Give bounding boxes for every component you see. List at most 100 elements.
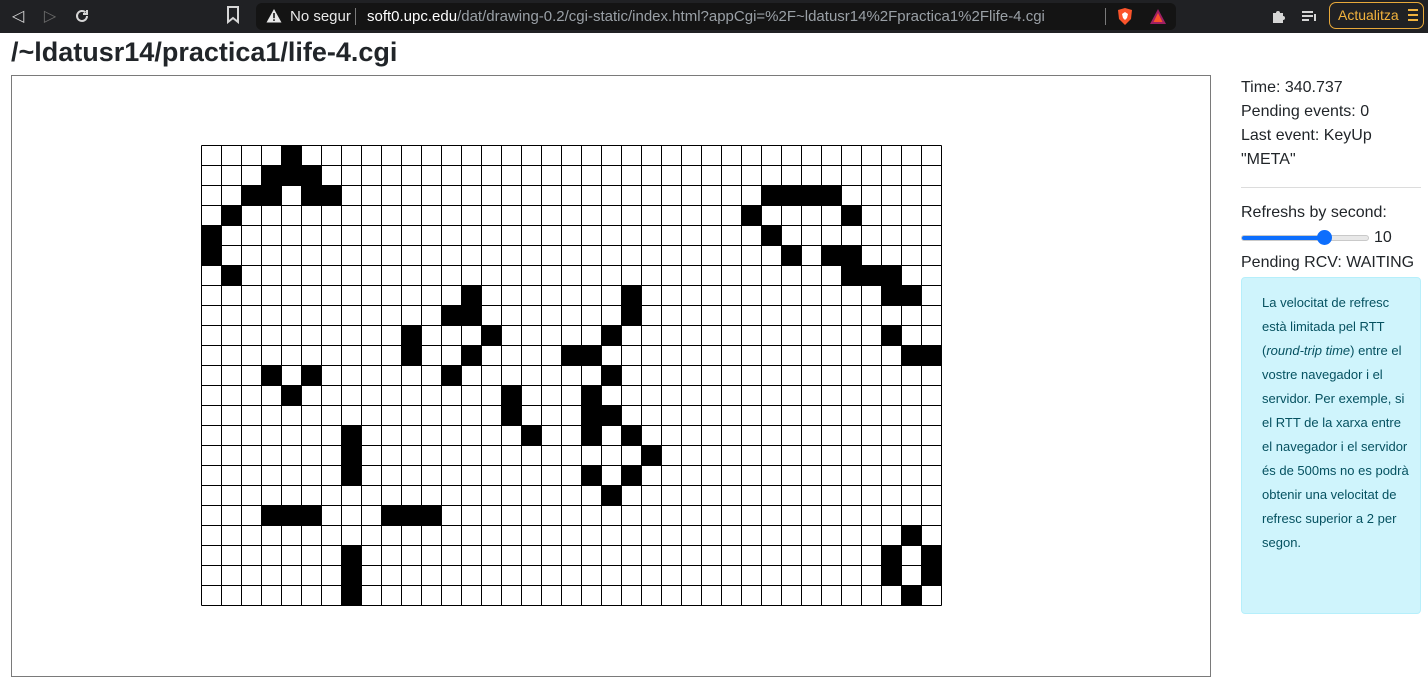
live-cell[interactable] — [621, 425, 642, 446]
refresh-slider[interactable]: 10 — [1241, 225, 1421, 251]
live-cell[interactable] — [261, 165, 282, 186]
live-cell[interactable] — [861, 265, 882, 286]
live-cell[interactable] — [881, 545, 902, 566]
live-cell[interactable] — [901, 285, 922, 306]
address-bar[interactable]: No segur soft0.upc.edu/dat/drawing-0.2/c… — [256, 3, 1176, 30]
live-cell[interactable] — [401, 505, 422, 526]
update-button[interactable]: Actualitza — [1329, 2, 1424, 29]
pending-rcv: Pending RCV: WAITING — [1241, 254, 1415, 271]
live-cell[interactable] — [461, 305, 482, 326]
address-divider-2 — [1105, 8, 1106, 25]
live-cell[interactable] — [221, 205, 242, 226]
live-cell[interactable] — [581, 345, 602, 366]
live-cell[interactable] — [901, 525, 922, 546]
live-cell[interactable] — [581, 425, 602, 446]
reload-icon[interactable] — [70, 5, 94, 27]
live-cell[interactable] — [901, 585, 922, 606]
live-cell[interactable] — [841, 265, 862, 286]
live-cell[interactable] — [421, 505, 442, 526]
brave-shield-icon[interactable] — [1116, 7, 1134, 26]
live-cell[interactable] — [801, 185, 822, 206]
page-title: /~ldatusr14/practica1/life-4.cgi — [11, 37, 398, 67]
live-cell[interactable] — [441, 365, 462, 386]
live-cell[interactable] — [621, 305, 642, 326]
live-cell[interactable] — [341, 585, 362, 606]
live-cell[interactable] — [561, 345, 582, 366]
live-cell[interactable] — [381, 505, 402, 526]
live-cell[interactable] — [501, 385, 522, 406]
live-cell[interactable] — [341, 465, 362, 486]
brave-rewards-icon[interactable] — [1149, 8, 1167, 25]
slider-thumb[interactable] — [1317, 230, 1333, 245]
live-cell[interactable] — [281, 145, 302, 166]
live-cell[interactable] — [261, 185, 282, 206]
live-cell[interactable] — [341, 425, 362, 446]
live-cell[interactable] — [621, 285, 642, 306]
live-cell[interactable] — [341, 545, 362, 566]
live-cell[interactable] — [461, 345, 482, 366]
live-cell[interactable] — [781, 185, 802, 206]
live-cell[interactable] — [581, 465, 602, 486]
time-readout: Time: 340.737 — [1241, 79, 1343, 96]
live-cell[interactable] — [601, 365, 622, 386]
live-cell[interactable] — [881, 325, 902, 346]
extensions-icon[interactable] — [1268, 6, 1288, 26]
live-cell[interactable] — [341, 565, 362, 586]
live-cell[interactable] — [901, 345, 922, 366]
live-cell[interactable] — [601, 405, 622, 426]
live-cell[interactable] — [461, 285, 482, 306]
live-cell[interactable] — [921, 565, 942, 586]
live-cell[interactable] — [441, 305, 462, 326]
live-cell[interactable] — [221, 265, 242, 286]
live-cell[interactable] — [601, 325, 622, 346]
divider — [1241, 187, 1421, 188]
live-cell[interactable] — [821, 245, 842, 266]
drawing-canvas[interactable] — [11, 75, 1211, 677]
live-cell[interactable] — [781, 245, 802, 266]
slider-track[interactable] — [1241, 235, 1369, 241]
live-cell[interactable] — [881, 565, 902, 586]
live-cell[interactable] — [741, 205, 762, 226]
bookmark-icon[interactable] — [226, 6, 240, 24]
live-cell[interactable] — [921, 545, 942, 566]
url-text[interactable]: soft0.upc.edu/dat/drawing-0.2/cgi-static… — [367, 7, 1045, 26]
live-cell[interactable] — [241, 185, 262, 206]
live-cell[interactable] — [261, 365, 282, 386]
live-cell[interactable] — [841, 245, 862, 266]
live-cell[interactable] — [341, 445, 362, 466]
live-cell[interactable] — [921, 345, 942, 366]
live-cell[interactable] — [821, 185, 842, 206]
live-cell[interactable] — [281, 505, 302, 526]
media-queue-icon[interactable] — [1299, 6, 1319, 26]
live-cell[interactable] — [501, 405, 522, 426]
live-cell[interactable] — [841, 205, 862, 226]
live-cell[interactable] — [401, 345, 422, 366]
live-cell[interactable] — [481, 325, 502, 346]
live-cell[interactable] — [881, 265, 902, 286]
back-icon[interactable]: ◁ — [6, 5, 30, 27]
security-label[interactable]: No segur — [290, 7, 351, 26]
forward-icon[interactable]: ▷ — [38, 5, 62, 27]
live-cell[interactable] — [641, 445, 662, 466]
live-cell[interactable] — [261, 505, 282, 526]
live-cell[interactable] — [321, 185, 342, 206]
live-cell[interactable] — [281, 385, 302, 406]
live-cell[interactable] — [301, 505, 322, 526]
live-cell[interactable] — [581, 405, 602, 426]
last-event: Last event: KeyUp — [1241, 127, 1372, 144]
live-cell[interactable] — [521, 425, 542, 446]
life-grid[interactable] — [201, 145, 942, 606]
live-cell[interactable] — [301, 185, 322, 206]
live-cell[interactable] — [621, 465, 642, 486]
live-cell[interactable] — [761, 225, 782, 246]
live-cell[interactable] — [601, 485, 622, 506]
live-cell[interactable] — [201, 245, 222, 266]
live-cell[interactable] — [201, 225, 222, 246]
live-cell[interactable] — [581, 385, 602, 406]
live-cell[interactable] — [881, 285, 902, 306]
live-cell[interactable] — [761, 185, 782, 206]
live-cell[interactable] — [301, 165, 322, 186]
live-cell[interactable] — [281, 165, 302, 186]
live-cell[interactable] — [401, 325, 422, 346]
live-cell[interactable] — [301, 365, 322, 386]
